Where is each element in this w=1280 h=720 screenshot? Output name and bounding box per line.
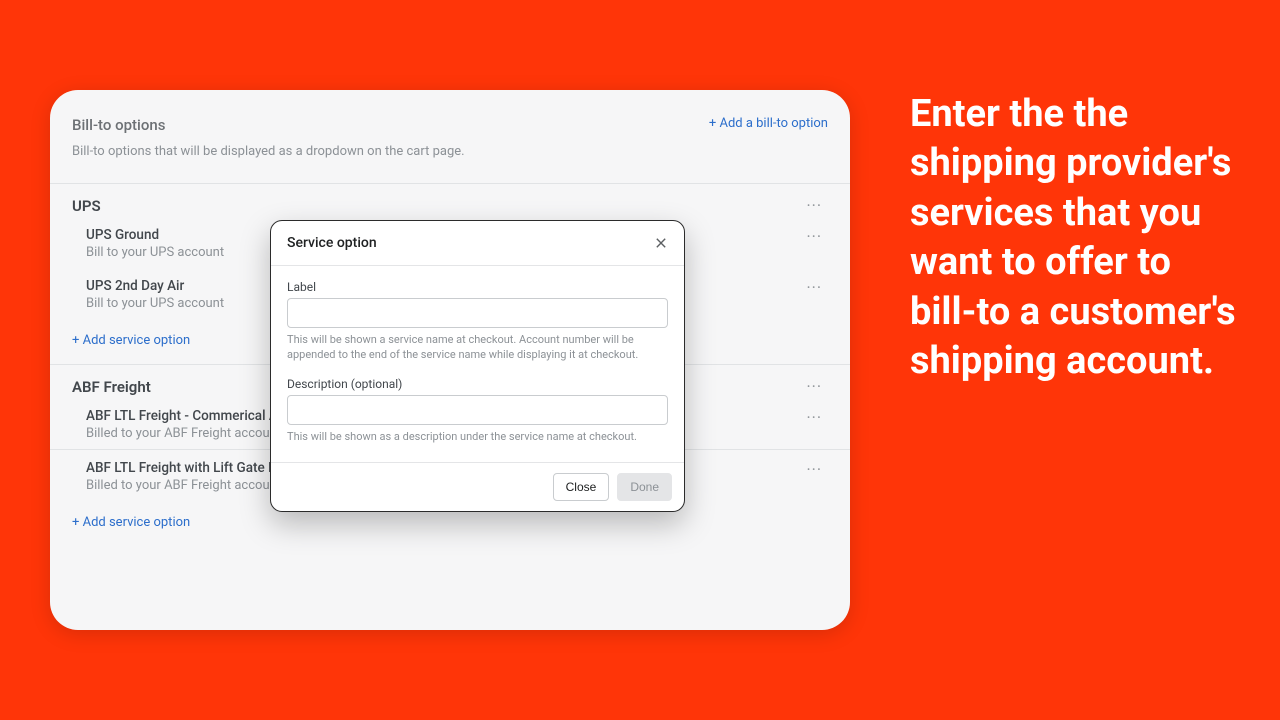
description-field-label: Description (optional)	[287, 377, 668, 391]
modal-header: Service option	[271, 221, 684, 266]
service-menu-icon[interactable]: ···	[800, 278, 828, 311]
description-help-text: This will be shown as a description unde…	[287, 429, 668, 444]
card-title: Bill-to options	[72, 116, 165, 134]
service-menu-icon[interactable]: ···	[800, 408, 828, 441]
service-desc: Bill to your UPS account	[86, 245, 224, 260]
label-input[interactable]	[287, 298, 668, 328]
service-menu-icon[interactable]: ···	[800, 460, 828, 493]
description-input[interactable]	[287, 395, 668, 425]
hero-text: Enter the the shipping provider's servic…	[910, 90, 1240, 640]
description-field-block: Description (optional) This will be show…	[287, 377, 668, 444]
close-icon[interactable]	[654, 236, 668, 250]
label-help-text: This will be shown a service name at che…	[287, 332, 668, 363]
provider-name: UPS	[72, 197, 101, 215]
card-header: Bill-to options + Add a bill-to option	[72, 116, 828, 134]
provider-row-ups: UPS ···	[72, 184, 828, 223]
service-label: UPS 2nd Day Air	[86, 278, 224, 294]
done-button[interactable]: Done	[617, 473, 672, 501]
service-menu-icon[interactable]: ···	[800, 227, 828, 260]
settings-card: Bill-to options + Add a bill-to option B…	[50, 90, 850, 630]
service-label: UPS Ground	[86, 227, 224, 243]
service-option-modal: Service option Label This will be shown …	[270, 220, 685, 512]
provider-name: ABF Freight	[72, 378, 151, 396]
close-button[interactable]: Close	[553, 473, 610, 501]
add-bill-to-option-link[interactable]: + Add a bill-to option	[709, 116, 828, 131]
modal-footer: Close Done	[271, 462, 684, 511]
modal-body: Label This will be shown a service name …	[271, 266, 684, 462]
label-field-block: Label This will be shown a service name …	[287, 280, 668, 363]
card-subtitle: Bill-to options that will be displayed a…	[72, 144, 828, 159]
modal-title: Service option	[287, 235, 377, 251]
provider-menu-icon[interactable]: ···	[800, 196, 828, 215]
provider-menu-icon[interactable]: ···	[800, 377, 828, 396]
service-desc: Bill to your UPS account	[86, 296, 224, 311]
label-field-label: Label	[287, 280, 668, 294]
